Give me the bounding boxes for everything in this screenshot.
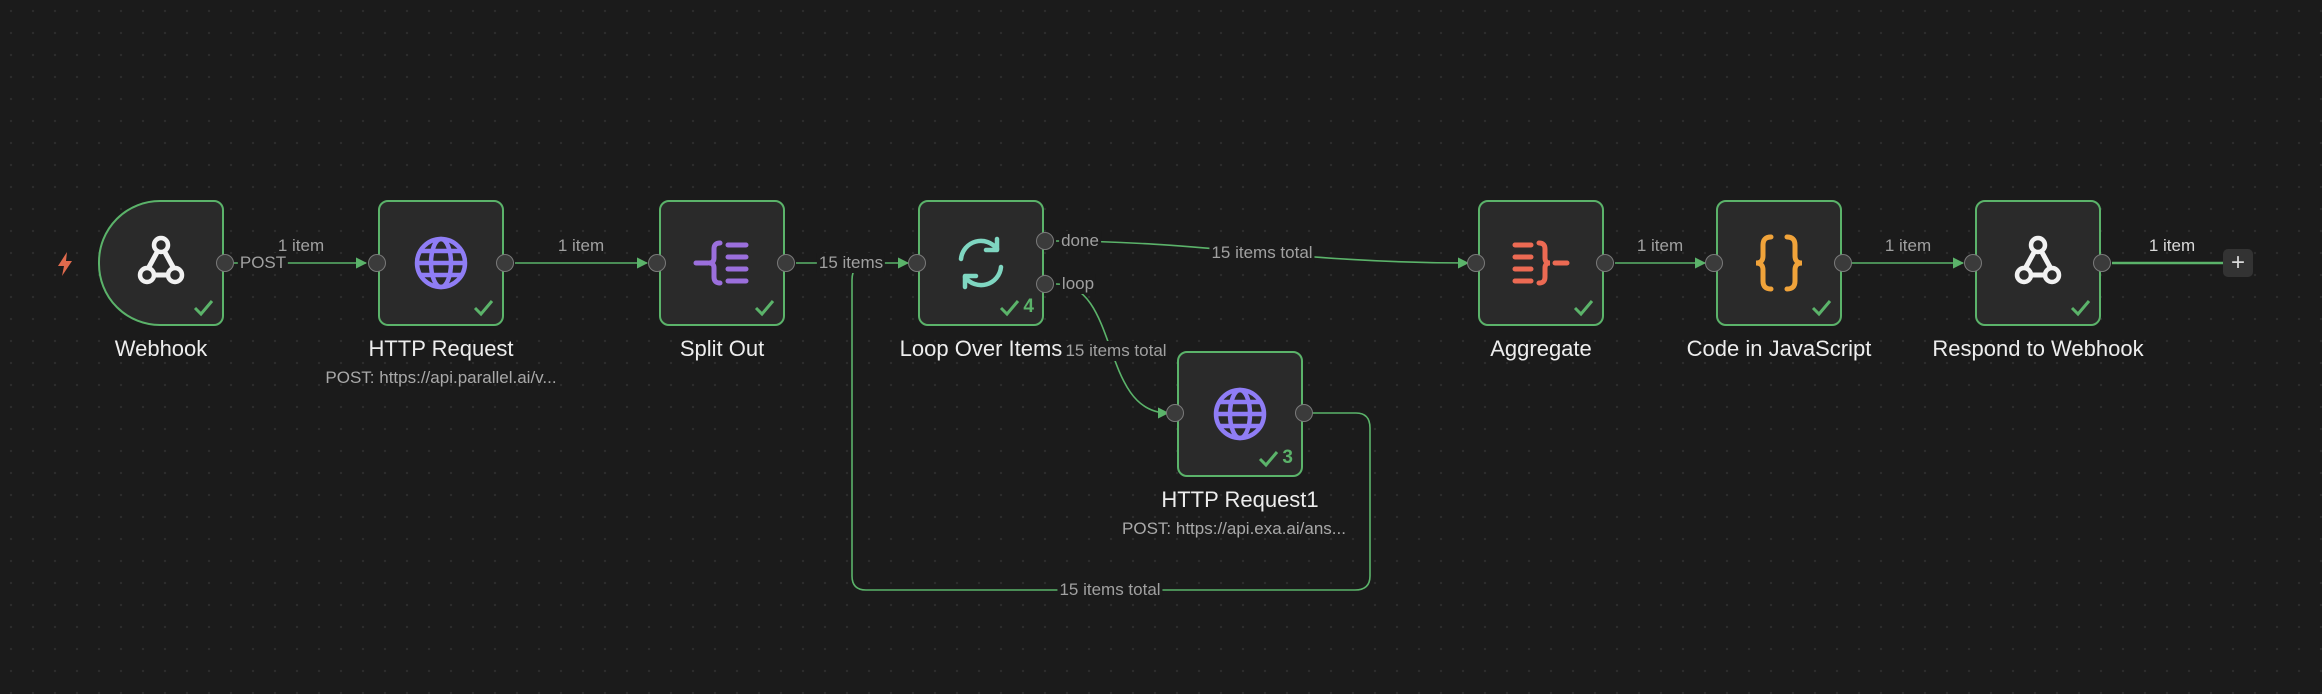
globe-icon xyxy=(1208,382,1272,446)
node-title-loop-over-items: Loop Over Items xyxy=(899,336,1063,361)
success-check-icon xyxy=(472,296,494,318)
edge-label-count: 1 item xyxy=(1636,236,1684,255)
output-handle-done[interactable] xyxy=(1036,232,1054,250)
success-check-icon: 4 xyxy=(998,296,1034,318)
lightning-bolt-icon xyxy=(55,251,75,277)
node-http-request1[interactable]: 3 xyxy=(1177,351,1303,477)
node-webhook[interactable] xyxy=(98,200,224,326)
add-node-button[interactable]: + xyxy=(2223,249,2253,277)
node-title-respond-webhook: Respond to Webhook xyxy=(1932,336,2144,361)
success-check-icon xyxy=(192,296,214,318)
edge-label-branch-loop: loop xyxy=(1059,274,1097,294)
output-handle[interactable] xyxy=(1834,254,1852,272)
success-check-icon xyxy=(1810,296,1832,318)
node-title-code-javascript: Code in JavaScript xyxy=(1686,336,1872,361)
output-handle[interactable] xyxy=(1295,404,1313,422)
run-count: 4 xyxy=(1023,296,1034,317)
node-code-javascript[interactable] xyxy=(1716,200,1842,326)
edge-label-count: 15 items total xyxy=(1209,243,1315,263)
input-handle[interactable] xyxy=(1705,254,1723,272)
node-title-http-request: HTTP Request xyxy=(368,336,514,361)
edge-label-branch-done: done xyxy=(1059,231,1101,251)
node-respond-webhook[interactable] xyxy=(1975,200,2101,326)
edge-label-count: 1 item xyxy=(2148,236,2196,255)
run-count: 3 xyxy=(1282,447,1293,468)
output-handle-loop[interactable] xyxy=(1036,275,1054,293)
node-title-webhook: Webhook xyxy=(114,336,208,361)
node-loop-over-items[interactable]: 4 xyxy=(918,200,1044,326)
success-check-icon: 3 xyxy=(1257,447,1293,469)
split-out-icon xyxy=(690,231,754,295)
output-handle[interactable] xyxy=(216,254,234,272)
edge-label-count: 15 items total xyxy=(1057,580,1163,600)
node-title-split-out: Split Out xyxy=(679,336,765,361)
output-handle[interactable] xyxy=(777,254,795,272)
loop-icon xyxy=(949,231,1013,295)
input-handle[interactable] xyxy=(368,254,386,272)
node-title-aggregate: Aggregate xyxy=(1490,336,1592,361)
edge-label-count: 1 item xyxy=(277,236,325,255)
node-title-http-request1: HTTP Request1 xyxy=(1161,487,1319,512)
edge-label-count: 1 item xyxy=(1884,236,1932,255)
output-handle[interactable] xyxy=(2093,254,2111,272)
code-braces-icon xyxy=(1747,231,1811,295)
input-handle[interactable] xyxy=(1166,404,1184,422)
node-subtitle-http-request: POST: https://api.parallel.ai/v... xyxy=(325,368,557,387)
success-check-icon xyxy=(1572,296,1594,318)
node-subtitle-http-request1: POST: https://api.exa.ai/ans... xyxy=(1122,519,1346,538)
success-check-icon xyxy=(2069,296,2091,318)
edge-label-method: POST xyxy=(237,253,289,273)
globe-icon xyxy=(409,231,473,295)
webhook-icon xyxy=(129,231,193,295)
aggregate-icon xyxy=(1509,231,1573,295)
node-aggregate[interactable] xyxy=(1478,200,1604,326)
node-http-request[interactable] xyxy=(378,200,504,326)
success-check-icon xyxy=(753,296,775,318)
node-split-out[interactable] xyxy=(659,200,785,326)
input-handle[interactable] xyxy=(1964,254,1982,272)
webhook-icon xyxy=(2006,231,2070,295)
output-handle[interactable] xyxy=(1596,254,1614,272)
edge-label-count: 1 item xyxy=(557,236,605,255)
output-handle[interactable] xyxy=(496,254,514,272)
edge-label-count: 15 items total xyxy=(1063,341,1169,361)
input-handle[interactable] xyxy=(648,254,666,272)
edge-label-count: 15 items xyxy=(816,253,886,273)
input-handle[interactable] xyxy=(908,254,926,272)
input-handle[interactable] xyxy=(1467,254,1485,272)
